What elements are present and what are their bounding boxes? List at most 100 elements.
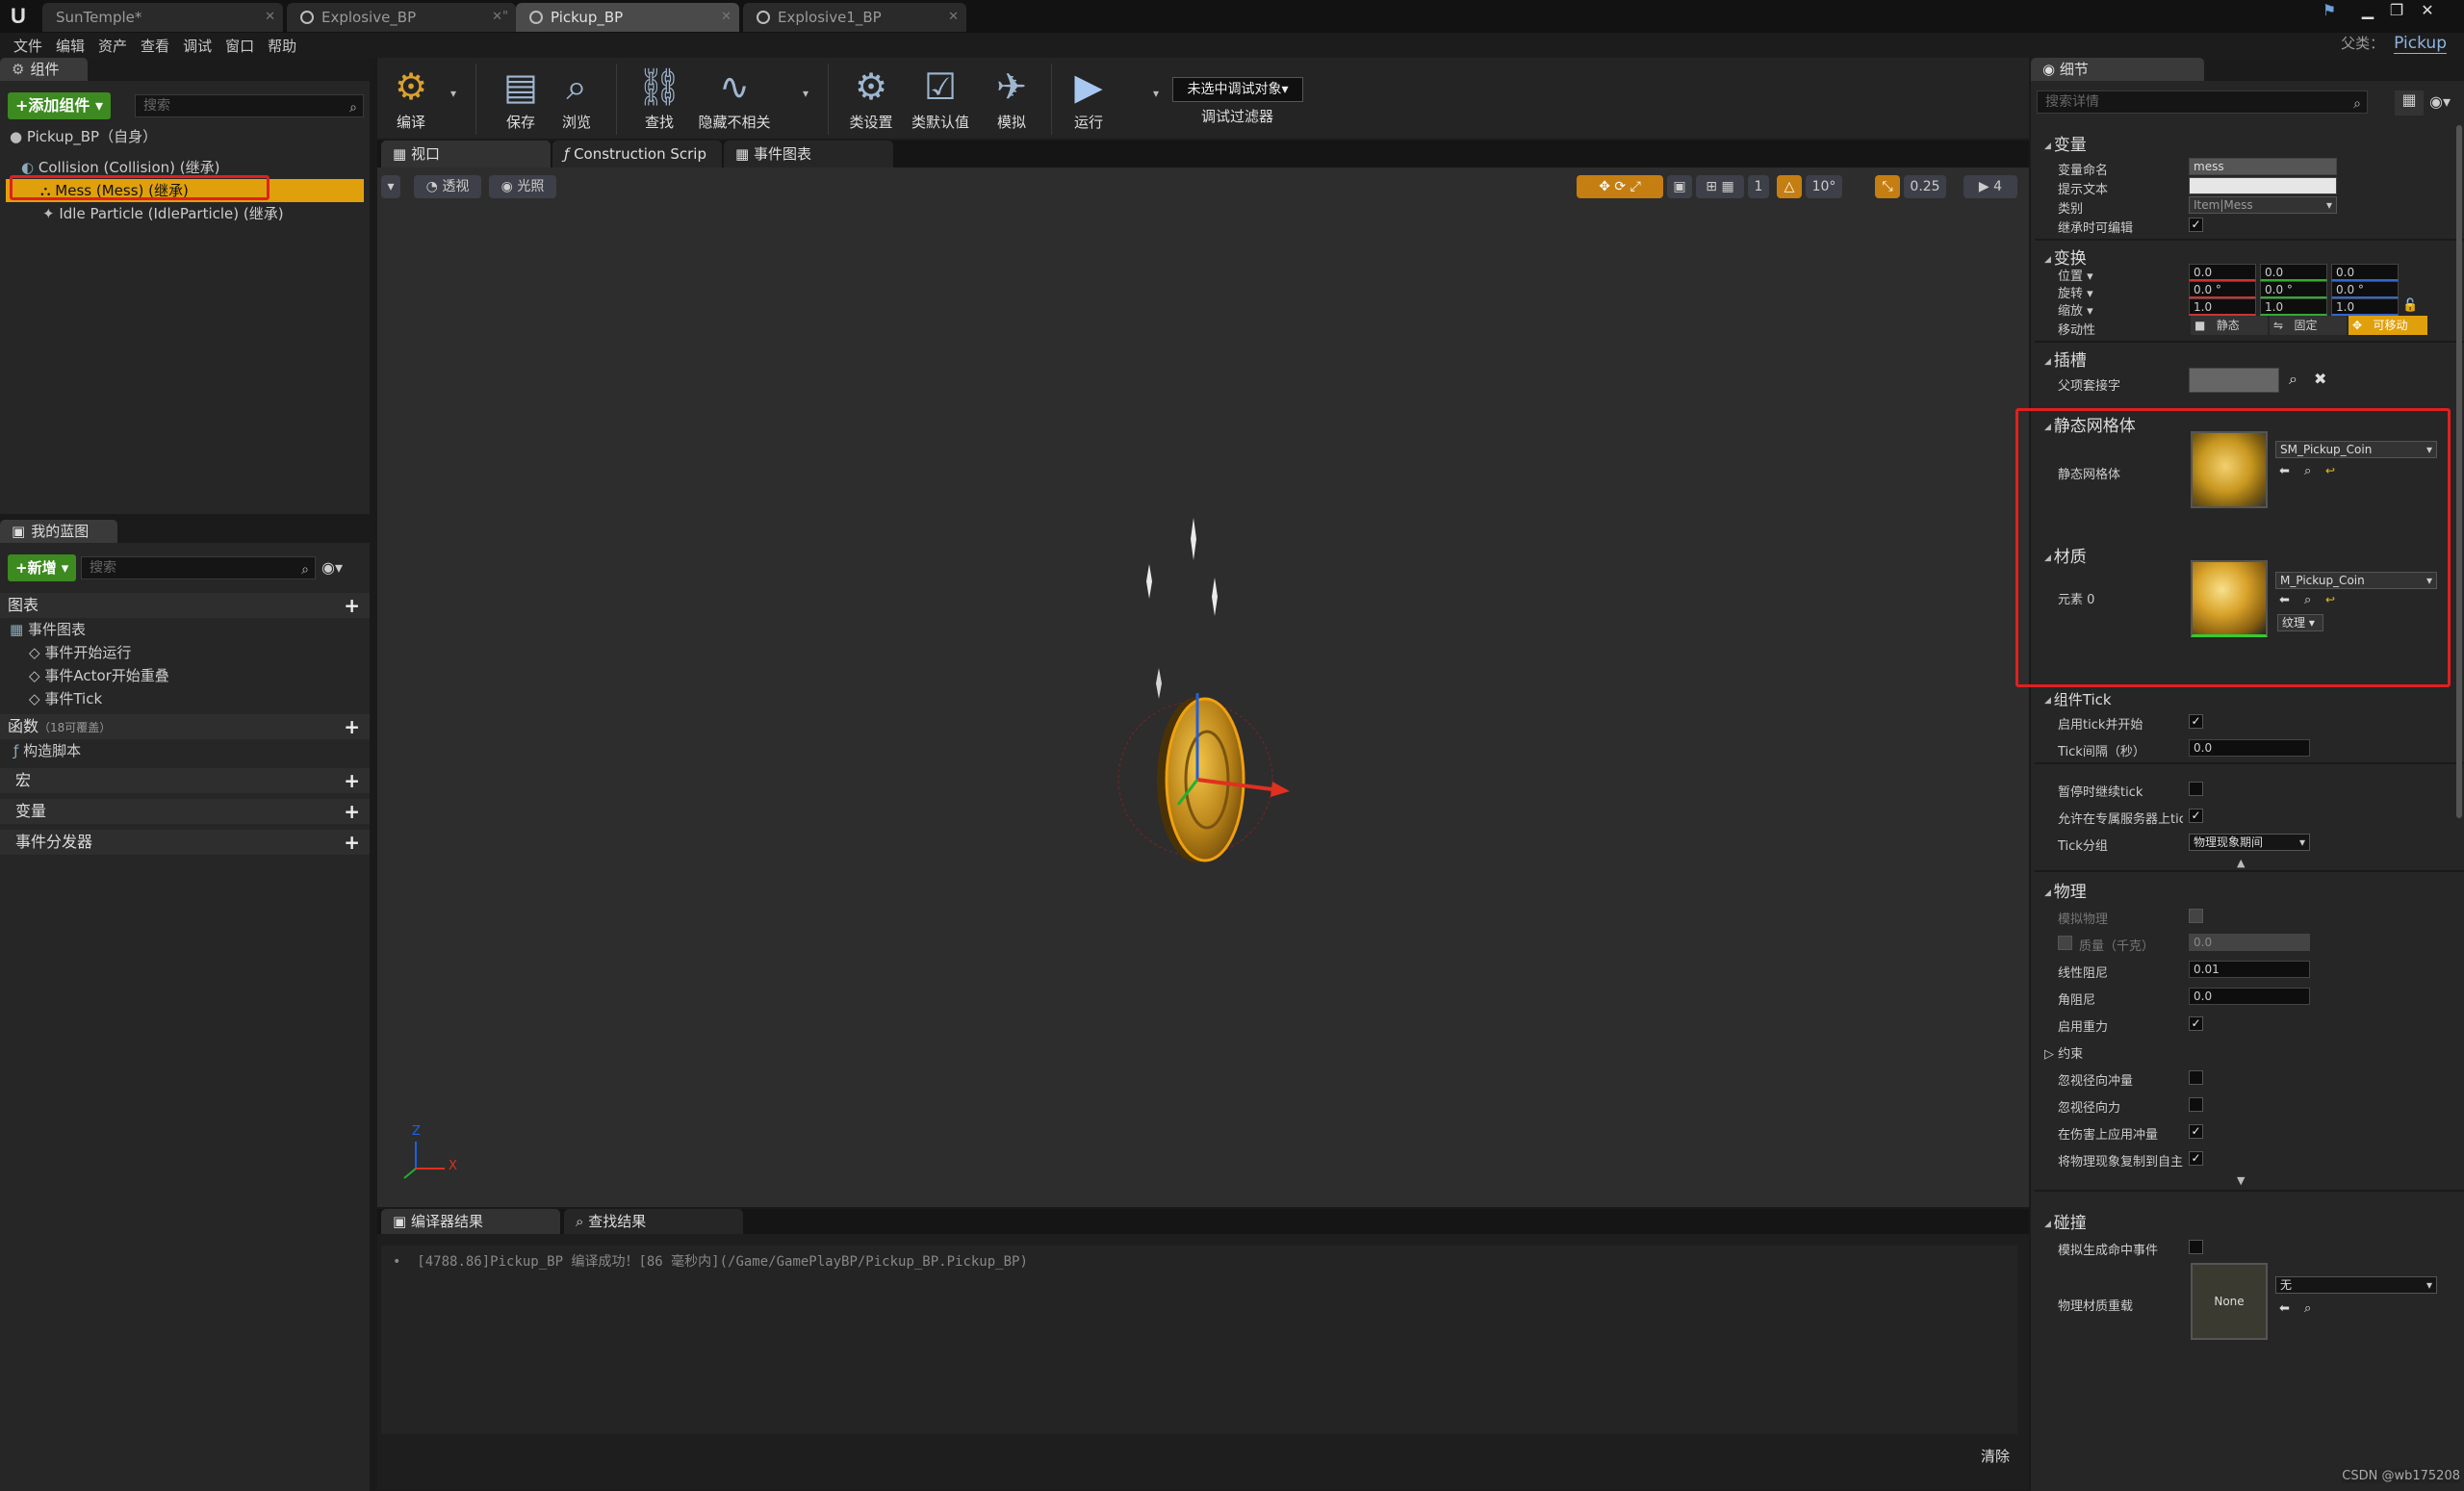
macros-section[interactable]: 宏 + [0,768,370,793]
add-variable-icon[interactable]: + [344,799,360,824]
scale-label[interactable]: 缩放 ▾ [2058,300,2093,319]
tab-pickup-bp[interactable]: Pickup_BP ✕ [516,3,739,32]
scale-z-input[interactable]: 1.0 [2331,298,2399,316]
close-window-icon[interactable]: ✕ [2414,2,2441,19]
my-blueprint-tab[interactable]: ▣ 我的蓝图 [0,520,118,543]
variable-name-input[interactable]: mess [2189,158,2337,175]
components-tab[interactable]: ⚙ 组件 [0,58,89,81]
rotation-z-input[interactable]: 0.0 ° [2331,281,2399,298]
play-button[interactable]: ▶ 运行 [1055,62,1122,132]
collapse-icon[interactable]: ▲ [2237,857,2245,869]
parent-socket-input[interactable] [2189,368,2279,393]
debug-object-select[interactable]: 未选中调试对象▾ [1172,77,1303,102]
mobility-static-button[interactable]: ■ 静态 [2191,316,2268,335]
simulate-button[interactable]: ✈ 模拟 [978,62,1045,132]
physics-section[interactable]: 物理 [2044,878,2087,902]
lock-icon[interactable]: 🔓 [2402,298,2418,313]
my-blueprint-search-input[interactable]: 搜索 ⌕ [81,556,316,579]
linear-damping-input[interactable]: 0.01 [2189,961,2310,978]
tick-group-select[interactable]: 物理现象期间 [2189,834,2310,851]
clear-icon[interactable]: ✖ [2314,370,2326,388]
collision-section[interactable]: 碰撞 [2044,1209,2087,1233]
event-graph-item[interactable]: ▦ 事件图表 [0,618,370,641]
minimize-icon[interactable]: ▁ [2354,2,2381,19]
search-icon[interactable]: ⌕ [2289,370,2297,389]
visibility-eye-icon[interactable]: ◉▾ [321,558,343,577]
menu-window[interactable]: 窗口 [225,36,254,56]
add-dispatcher-icon[interactable]: + [344,830,360,855]
phys-material-select[interactable]: 无 [2275,1276,2437,1294]
hide-dropdown-icon[interactable]: ▾ [803,87,808,100]
notification-icon[interactable]: ⚑ [2316,2,2343,19]
tick-pause-checkbox[interactable] [2189,782,2203,796]
rotation-x-input[interactable]: 0.0 ° [2189,281,2256,298]
apply-impulse-checkbox[interactable]: ✓ [2189,1124,2203,1139]
tick-section[interactable]: 组件Tick [2044,689,2112,709]
expand-icon[interactable]: ▼ [2237,1174,2245,1187]
tree-item-idle-particle[interactable]: ✦ Idle Particle (IdleParticle) (继承) [0,202,370,225]
phys-material-thumbnail[interactable]: None [2191,1263,2268,1340]
add-component-button[interactable]: +添加组件 ▾ [8,92,112,119]
location-z-input[interactable]: 0.0 [2331,264,2399,281]
location-x-input[interactable]: 0.0 [2189,264,2256,281]
menu-asset[interactable]: 资产 [98,36,127,56]
replicate-physics-checkbox[interactable]: ✓ [2189,1151,2203,1166]
gravity-checkbox[interactable]: ✓ [2189,1016,2203,1031]
mass-input[interactable]: 0.0 [2189,934,2310,951]
menu-debug[interactable]: 调试 [183,36,212,56]
tab-construction-script[interactable]: ƒ Construction Scrip [552,141,722,167]
simulate-physics-checkbox[interactable] [2189,909,2203,923]
tab-viewport[interactable]: ▦ 视口 [381,141,551,167]
dispatchers-section[interactable]: 事件分发器 + [0,830,370,855]
use-selected-icon[interactable]: ⬅ [2279,1301,2290,1316]
close-icon[interactable]: ✕ [721,3,732,32]
browse-button[interactable]: ⌕ 浏览 [543,62,610,132]
tooltip-input[interactable] [2189,177,2337,194]
functions-section[interactable]: 函数（18可覆盖） + [0,714,370,739]
details-search-input[interactable]: 搜索详情 ⌕ [2037,90,2368,114]
components-search-input[interactable]: 搜索 ⌕ [135,94,364,117]
class-defaults-button[interactable]: ☑ 类默认值 [907,62,974,132]
menu-help[interactable]: 帮助 [268,36,296,56]
sockets-section[interactable]: 插槽 [2044,347,2087,371]
new-button[interactable]: +新增 ▾ [8,554,77,581]
find-button[interactable]: ⛓ 查找 [626,62,693,132]
parent-class-link[interactable]: Pickup [2394,34,2447,54]
event-item[interactable]: ◇ 事件Actor开始重叠 [0,664,370,687]
mass-override-checkbox[interactable] [2058,936,2072,950]
tab-find-results[interactable]: ⌕ 查找结果 [564,1209,743,1234]
mobility-stationary-button[interactable]: ⇋ 固定 [2270,316,2347,335]
ignore-radial-force-checkbox[interactable] [2189,1097,2203,1112]
event-item[interactable]: ◇ 事件Tick [0,687,370,710]
location-label[interactable]: 位置 ▾ [2058,266,2093,284]
viewport[interactable]: ▾ ◔ 透视 ◉ 光照 ✥ ⟳ ⤢ ▣ ⊞ ▦ 1 △ 10° ⤡ 0.25 ▶… [377,167,2029,1207]
category-select[interactable]: Item|Mess [2189,196,2337,214]
tree-root[interactable]: ● Pickup_BP（自身） [0,125,370,148]
add-graph-icon[interactable]: + [344,593,360,618]
close-icon[interactable]: ✕ [265,3,275,32]
visibility-eye-icon[interactable]: ◉▾ [2429,92,2451,111]
compile-dropdown-icon[interactable]: ▾ [450,87,456,100]
scale-y-input[interactable]: 1.0 [2260,298,2327,316]
details-tab[interactable]: ◉ 细节 [2031,58,2204,81]
rotation-label[interactable]: 旋转 ▾ [2058,283,2093,301]
details-scrollbar[interactable] [2456,125,2462,818]
close-icon[interactable]: ✕" [492,3,508,32]
tick-interval-input[interactable]: 0.0 [2189,739,2310,757]
ignore-radial-impulse-checkbox[interactable] [2189,1070,2203,1085]
play-dropdown-icon[interactable]: ▾ [1153,87,1159,100]
scale-x-input[interactable]: 1.0 [2189,298,2256,316]
add-function-icon[interactable]: + [344,714,360,739]
tick-start-checkbox[interactable]: ✓ [2189,714,2203,729]
unreal-logo-icon[interactable]: U [4,2,33,31]
browse-icon[interactable]: ⌕ [2304,1301,2311,1316]
menu-edit[interactable]: 编辑 [56,36,85,56]
rotation-y-input[interactable]: 0.0 ° [2260,281,2327,298]
compile-button[interactable]: ⚙ 编译 [377,62,445,132]
menu-view[interactable]: 查看 [141,36,169,56]
tab-suntemple[interactable]: SunTemple* ✕ [42,3,283,32]
location-y-input[interactable]: 0.0 [2260,264,2327,281]
tab-explosive1-bp[interactable]: Explosive1_BP ✕ [743,3,966,32]
event-item[interactable]: ◇ 事件开始运行 [0,641,370,664]
graphs-section[interactable]: 图表 + [0,593,370,618]
